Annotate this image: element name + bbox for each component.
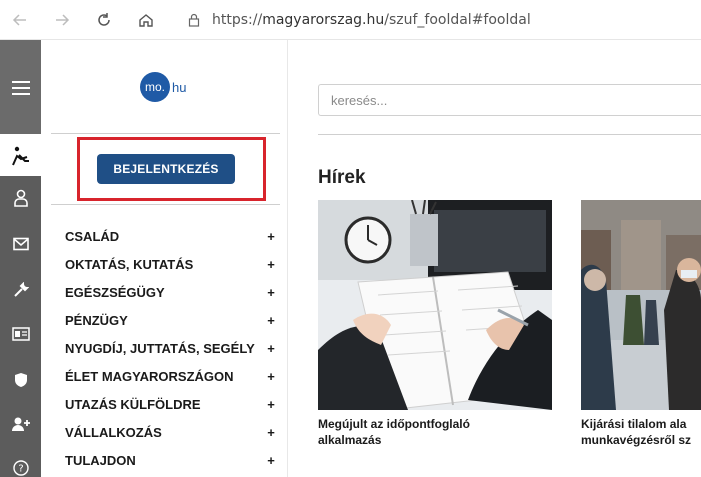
shield-icon[interactable] <box>0 366 41 394</box>
arrow-left-icon <box>12 14 26 26</box>
caption-line: alkalmazás <box>318 433 382 447</box>
menu-item[interactable]: OKTATÁS, KUTATÁS + <box>65 250 277 278</box>
lock-icon <box>188 13 200 27</box>
url-prefix: https:// <box>212 12 263 28</box>
menu-item-label: ÉLET MAGYARORSZÁGON <box>65 368 234 384</box>
expand-icon[interactable]: + <box>265 257 277 272</box>
menu-item[interactable]: UTAZÁS KÜLFÖLDRE + <box>65 390 277 418</box>
caption-line: Megújult az időpontfoglaló <box>318 417 470 431</box>
site-logo[interactable]: mo. hu <box>140 72 186 102</box>
icon-rail: ? <box>0 40 41 477</box>
menu-item-label: OKTATÁS, KUTATÁS <box>65 256 194 272</box>
url-host: magyarorszag.hu <box>262 12 385 28</box>
menu-item-label: VÁLLALKOZÁS <box>65 424 162 440</box>
menu-item[interactable]: EGÉSZSÉGÜGY + <box>65 278 277 306</box>
expand-icon[interactable]: + <box>265 341 277 356</box>
left-menu-panel: mo. hu BEJELENTKEZÉS CSALÁD + OKTATÁS, KUT… <box>41 40 288 477</box>
menu-item[interactable]: VÁLLALKOZÁS + <box>65 418 277 446</box>
arrow-right-icon <box>56 14 70 26</box>
mail-icon[interactable] <box>0 230 41 258</box>
menu-item[interactable]: PÉNZÜGY + <box>65 306 277 334</box>
menu-item[interactable]: TULAJDON + <box>65 446 277 474</box>
menu-item-label: PÉNZÜGY <box>65 312 128 328</box>
menu-item[interactable]: ÉLET MAGYARORSZÁGON + <box>65 362 277 390</box>
divider <box>318 134 701 135</box>
menu-item[interactable]: NYUGDÍJ, JUTTATÁS, SEGÉLY + <box>65 334 277 362</box>
expand-icon[interactable]: + <box>265 369 277 384</box>
site-info-button[interactable] <box>182 8 206 32</box>
news-card-image-2[interactable] <box>581 200 701 410</box>
address-bar[interactable]: https://magyarorszag.hu/szuf_fooldal#foo… <box>212 12 531 28</box>
expand-icon[interactable]: + <box>265 453 277 468</box>
menu-item-label: NYUGDÍJ, JUTTATÁS, SEGÉLY <box>65 340 255 356</box>
menu-item-label: CSALÁD <box>65 228 120 244</box>
reload-icon <box>98 13 110 26</box>
divider <box>51 133 280 134</box>
news-card-caption-2[interactable]: Kijárási tilalom ala munkavégzésről sz <box>581 416 691 448</box>
search-box <box>318 84 701 116</box>
caption-line: munkavégzésről sz <box>581 433 692 447</box>
news-heading: Hírek <box>318 167 366 188</box>
home-button[interactable] <box>134 8 158 32</box>
news-card-image-1[interactable] <box>318 200 552 410</box>
menu-item-label: EGÉSZSÉGÜGY <box>65 284 165 300</box>
reload-button[interactable] <box>92 8 116 32</box>
news-card-caption-1[interactable]: Megújult az időpontfoglaló alkalmazás <box>318 416 470 448</box>
back-button[interactable] <box>8 8 32 32</box>
expand-icon[interactable]: + <box>265 285 277 300</box>
expand-icon[interactable]: + <box>265 425 277 440</box>
wrench-icon[interactable] <box>0 276 41 304</box>
divider <box>51 204 280 205</box>
menu-item[interactable]: CSALÁD + <box>65 222 277 250</box>
category-menu: CSALÁD + OKTATÁS, KUTATÁS + EGÉSZSÉGÜGY + PÉNZ… <box>65 222 277 474</box>
accessibility-icon[interactable] <box>0 142 41 170</box>
help-icon[interactable]: ? <box>0 454 41 477</box>
menu-item-label: TULAJDON <box>65 452 136 468</box>
url-path: /szuf_fooldal#fooldal <box>384 12 531 28</box>
user-icon[interactable] <box>0 184 41 212</box>
expand-icon[interactable]: + <box>265 229 277 244</box>
expand-icon[interactable]: + <box>265 397 277 412</box>
home-icon <box>139 14 153 27</box>
logo-suffix: hu <box>172 79 187 95</box>
forward-button[interactable] <box>50 8 74 32</box>
svg-text:?: ? <box>18 464 23 475</box>
search-input[interactable] <box>319 85 701 115</box>
menu-item-label: UTAZÁS KÜLFÖLDRE <box>65 396 201 412</box>
menu-icon[interactable] <box>0 74 41 102</box>
login-button[interactable]: BEJELENTKEZÉS <box>97 154 235 184</box>
browser-toolbar: https://magyarorszag.hu/szuf_fooldal#foo… <box>0 0 701 40</box>
id-card-icon[interactable] <box>0 320 41 348</box>
logo-mark: mo. <box>140 72 170 102</box>
caption-line: Kijárási tilalom ala <box>581 417 687 431</box>
add-user-icon[interactable] <box>0 410 41 438</box>
expand-icon[interactable]: + <box>265 313 277 328</box>
